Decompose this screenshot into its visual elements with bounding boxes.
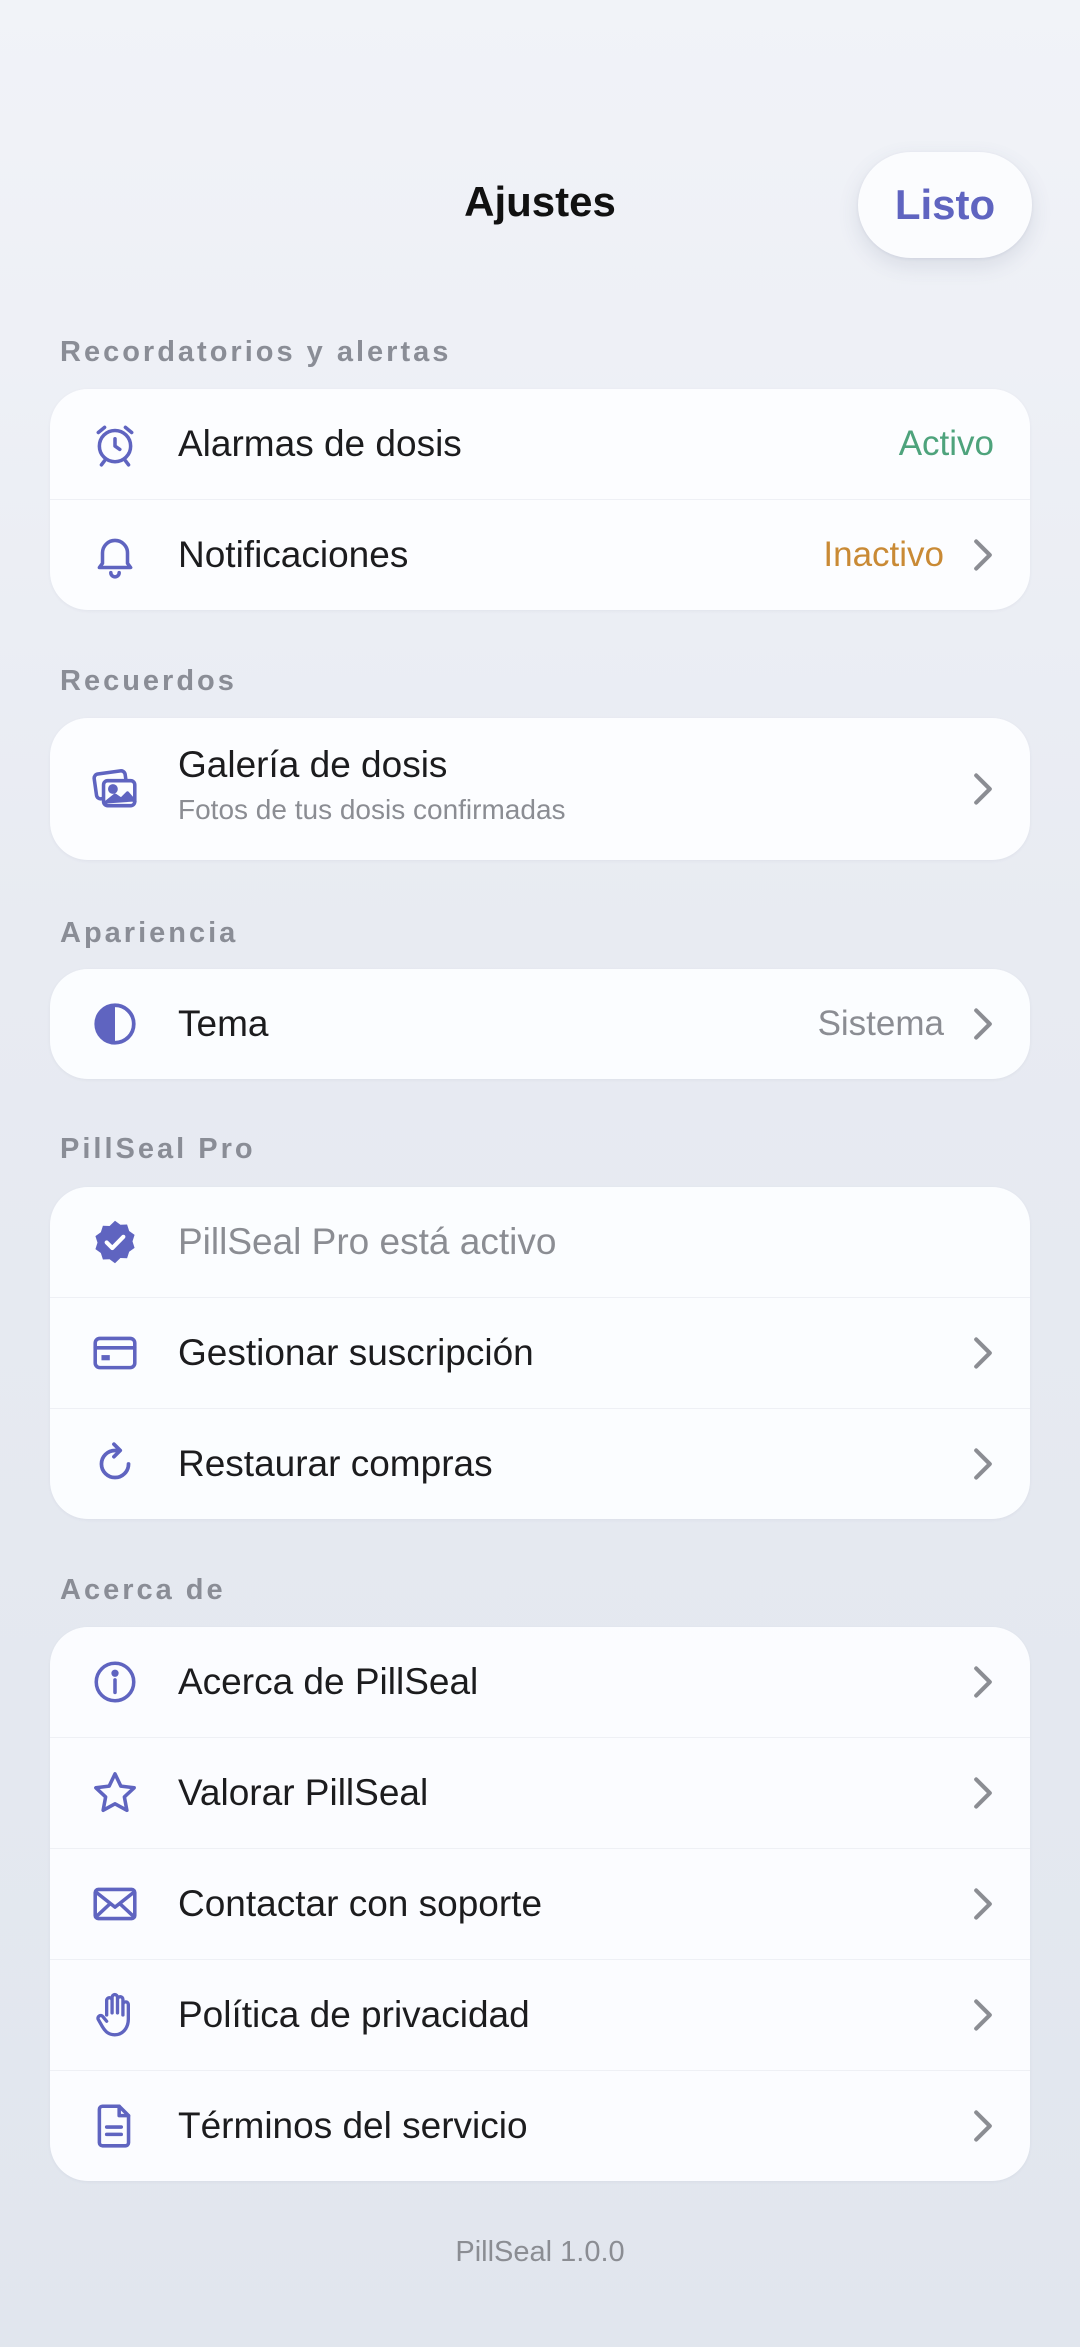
chevron-right-icon <box>974 1008 992 1040</box>
contact-support-label: Contactar con soporte <box>178 1883 543 1924</box>
gallery-text: Galería de dosis Fotos de tus dosis conf… <box>178 744 566 826</box>
manage-subscription-label: Gestionar suscripción <box>178 1332 534 1373</box>
privacy-policy-label: Política de privacidad <box>178 1994 530 2035</box>
nav-header: Ajustes Listo <box>0 150 1080 260</box>
chevron-right-icon <box>974 539 992 571</box>
alarms-status: Activo <box>898 424 994 463</box>
about-app-label: Acerca de PillSeal <box>178 1661 479 1702</box>
refresh-icon <box>90 1439 140 1489</box>
chevron-right-icon <box>974 1337 992 1369</box>
section-label-memories: Recuerdos <box>60 665 237 697</box>
about-app-row[interactable]: Acerca de PillSeal <box>50 1627 1030 1737</box>
notifications-row[interactable]: Notificaciones Inactivo <box>50 499 1030 610</box>
chevron-right-icon <box>974 1666 992 1698</box>
chevron-right-icon <box>974 2110 992 2142</box>
section-label-reminders: Recordatorios y alertas <box>60 336 452 368</box>
pro-status-row: PillSeal Pro está activo <box>50 1187 1030 1297</box>
info-icon <box>90 1657 140 1707</box>
photos-icon <box>90 764 140 814</box>
hand-icon <box>90 1990 140 2040</box>
theme-row[interactable]: Tema Sistema <box>50 969 1030 1079</box>
manage-subscription-row[interactable]: Gestionar suscripción <box>50 1297 1030 1408</box>
envelope-icon <box>90 1879 140 1929</box>
gallery-subtitle: Fotos de tus dosis confirmadas <box>178 794 566 825</box>
terms-of-service-label: Términos del servicio <box>178 2105 528 2146</box>
contact-support-row[interactable]: Contactar con soporte <box>50 1848 1030 1959</box>
pro-status-label: PillSeal Pro está activo <box>178 1221 557 1262</box>
notifications-label: Notificaciones <box>178 534 409 575</box>
rate-app-row[interactable]: Valorar PillSeal <box>50 1737 1030 1848</box>
verified-badge-icon <box>90 1217 140 1267</box>
about-card: Acerca de PillSeal Valorar PillSeal Cont… <box>50 1627 1030 2181</box>
pro-card: PillSeal Pro está activo Gestionar suscr… <box>50 1187 1030 1519</box>
theme-label: Tema <box>178 1003 269 1044</box>
document-icon <box>90 2101 140 2151</box>
privacy-policy-row[interactable]: Política de privacidad <box>50 1959 1030 2070</box>
chevron-right-icon <box>974 1888 992 1920</box>
section-label-appearance: Apariencia <box>60 917 239 949</box>
reminders-card: Alarmas de dosis Activo Notificaciones I… <box>50 389 1030 610</box>
app-version: PillSeal 1.0.0 <box>455 2236 625 2268</box>
credit-card-icon <box>90 1328 140 1378</box>
chevron-right-icon <box>974 1448 992 1480</box>
star-icon <box>90 1768 140 1818</box>
memories-card: Galería de dosis Fotos de tus dosis conf… <box>50 718 1030 860</box>
notifications-status: Inactivo <box>823 535 944 574</box>
chevron-right-icon <box>974 1999 992 2031</box>
section-label-about: Acerca de <box>60 1574 226 1606</box>
terms-of-service-row[interactable]: Términos del servicio <box>50 2070 1030 2181</box>
chevron-right-icon <box>974 773 992 805</box>
alarms-label: Alarmas de dosis <box>178 423 462 464</box>
theme-value: Sistema <box>817 1004 944 1043</box>
gallery-row[interactable]: Galería de dosis Fotos de tus dosis conf… <box>50 718 1030 860</box>
section-label-pro: PillSeal Pro <box>60 1133 256 1165</box>
done-button[interactable]: Listo <box>858 152 1032 258</box>
bell-icon <box>90 530 140 580</box>
alarms-row[interactable]: Alarmas de dosis Activo <box>50 389 1030 499</box>
gallery-label: Galería de dosis <box>178 744 448 785</box>
half-circle-icon <box>90 999 140 1049</box>
chevron-right-icon <box>974 1777 992 1809</box>
rate-app-label: Valorar PillSeal <box>178 1772 429 1813</box>
restore-purchases-label: Restaurar compras <box>178 1443 493 1484</box>
alarm-clock-icon <box>90 419 140 469</box>
appearance-card: Tema Sistema <box>50 969 1030 1079</box>
restore-purchases-row[interactable]: Restaurar compras <box>50 1408 1030 1519</box>
